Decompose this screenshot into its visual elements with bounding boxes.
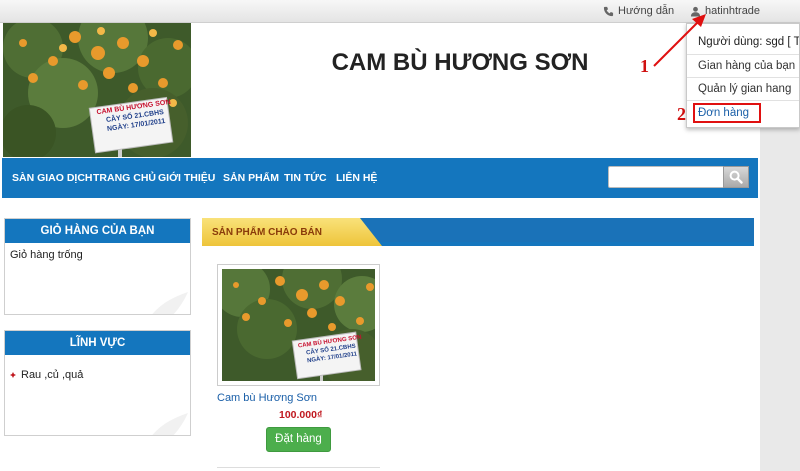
site-title: CAM BÙ HƯƠNG SƠN: [331, 49, 589, 76]
dropdown-divider: [687, 100, 799, 101]
fields-box: LĨNH VỰC Rau ,củ ,quả: [4, 330, 191, 436]
annotation-arrow-icon: [653, 14, 706, 67]
nav-item-home[interactable]: TRANG CHỦ: [93, 172, 156, 184]
product-name-link[interactable]: Cam bù Hương Sơn: [217, 392, 317, 404]
nav-item-news[interactable]: TIN TỨC: [284, 172, 327, 184]
product-image-card[interactable]: CAM BÙ HƯƠNG SƠN CÂY SỐ 21.CBHS NGÀY: 17…: [217, 264, 380, 386]
leaf-ornament-icon: [152, 413, 188, 435]
product-price: 100.000₫: [279, 409, 323, 421]
leaf-ornament-icon: [152, 292, 188, 314]
bullet-icon: [10, 372, 16, 378]
cart-box: GIỎ HÀNG CỦA BẠN Giỏ hàng trống: [4, 218, 191, 315]
search-icon: [729, 170, 743, 184]
fields-box-title: LĨNH VỰC: [5, 331, 190, 355]
fields-box-body: Rau ,củ ,quả: [5, 355, 190, 435]
phone-icon: [603, 6, 614, 16]
cart-box-body: Giỏ hàng trống: [5, 243, 190, 314]
cart-box-title: GIỎ HÀNG CỦA BẠN: [5, 219, 190, 243]
section-header: SẢN PHẨM CHÀO BÁN: [202, 218, 754, 246]
section-title: SẢN PHẨM CHÀO BÁN: [212, 227, 322, 238]
field-item-label: Rau ,củ ,quả: [21, 369, 84, 381]
nav-item-contact[interactable]: LIÊN HỆ: [336, 172, 377, 184]
main-nav: SÀN GIAO DỊCH TRANG CHỦ GIỚI THIỆU SẢN P…: [2, 158, 758, 198]
dropdown-item-manage-store[interactable]: Quản lý gian hang: [698, 83, 791, 95]
search-button[interactable]: [723, 166, 749, 188]
nav-item-about[interactable]: GIỚI THIỆU: [158, 172, 215, 184]
annotation-step-2: 2: [677, 104, 686, 124]
orders-highlight-box: [693, 103, 761, 123]
nav-item-products[interactable]: SẢN PHẨM: [223, 172, 279, 184]
order-button[interactable]: Đặt hàng: [266, 427, 331, 452]
search-input[interactable]: [608, 166, 724, 188]
page-body: CAM BÙ HƯƠNG SƠN CÂY SỐ 21.CBHS NGÀY: 17…: [0, 23, 760, 471]
product-image[interactable]: CAM BÙ HƯƠNG SƠN CÂY SỐ 21.CBHS NGÀY: 17…: [222, 269, 375, 381]
card-divider: [217, 467, 380, 468]
annotation-step-1: 1: [640, 56, 649, 76]
cart-empty-text: Giỏ hàng trống: [10, 249, 83, 261]
header-banner-image: CAM BÙ HƯƠNG SƠN CÂY SỐ 21.CBHS NGÀY: 17…: [3, 23, 191, 157]
field-item-vegetables[interactable]: Rau ,củ ,quả: [10, 369, 185, 381]
nav-item-exchange[interactable]: SÀN GIAO DỊCH: [12, 172, 93, 184]
